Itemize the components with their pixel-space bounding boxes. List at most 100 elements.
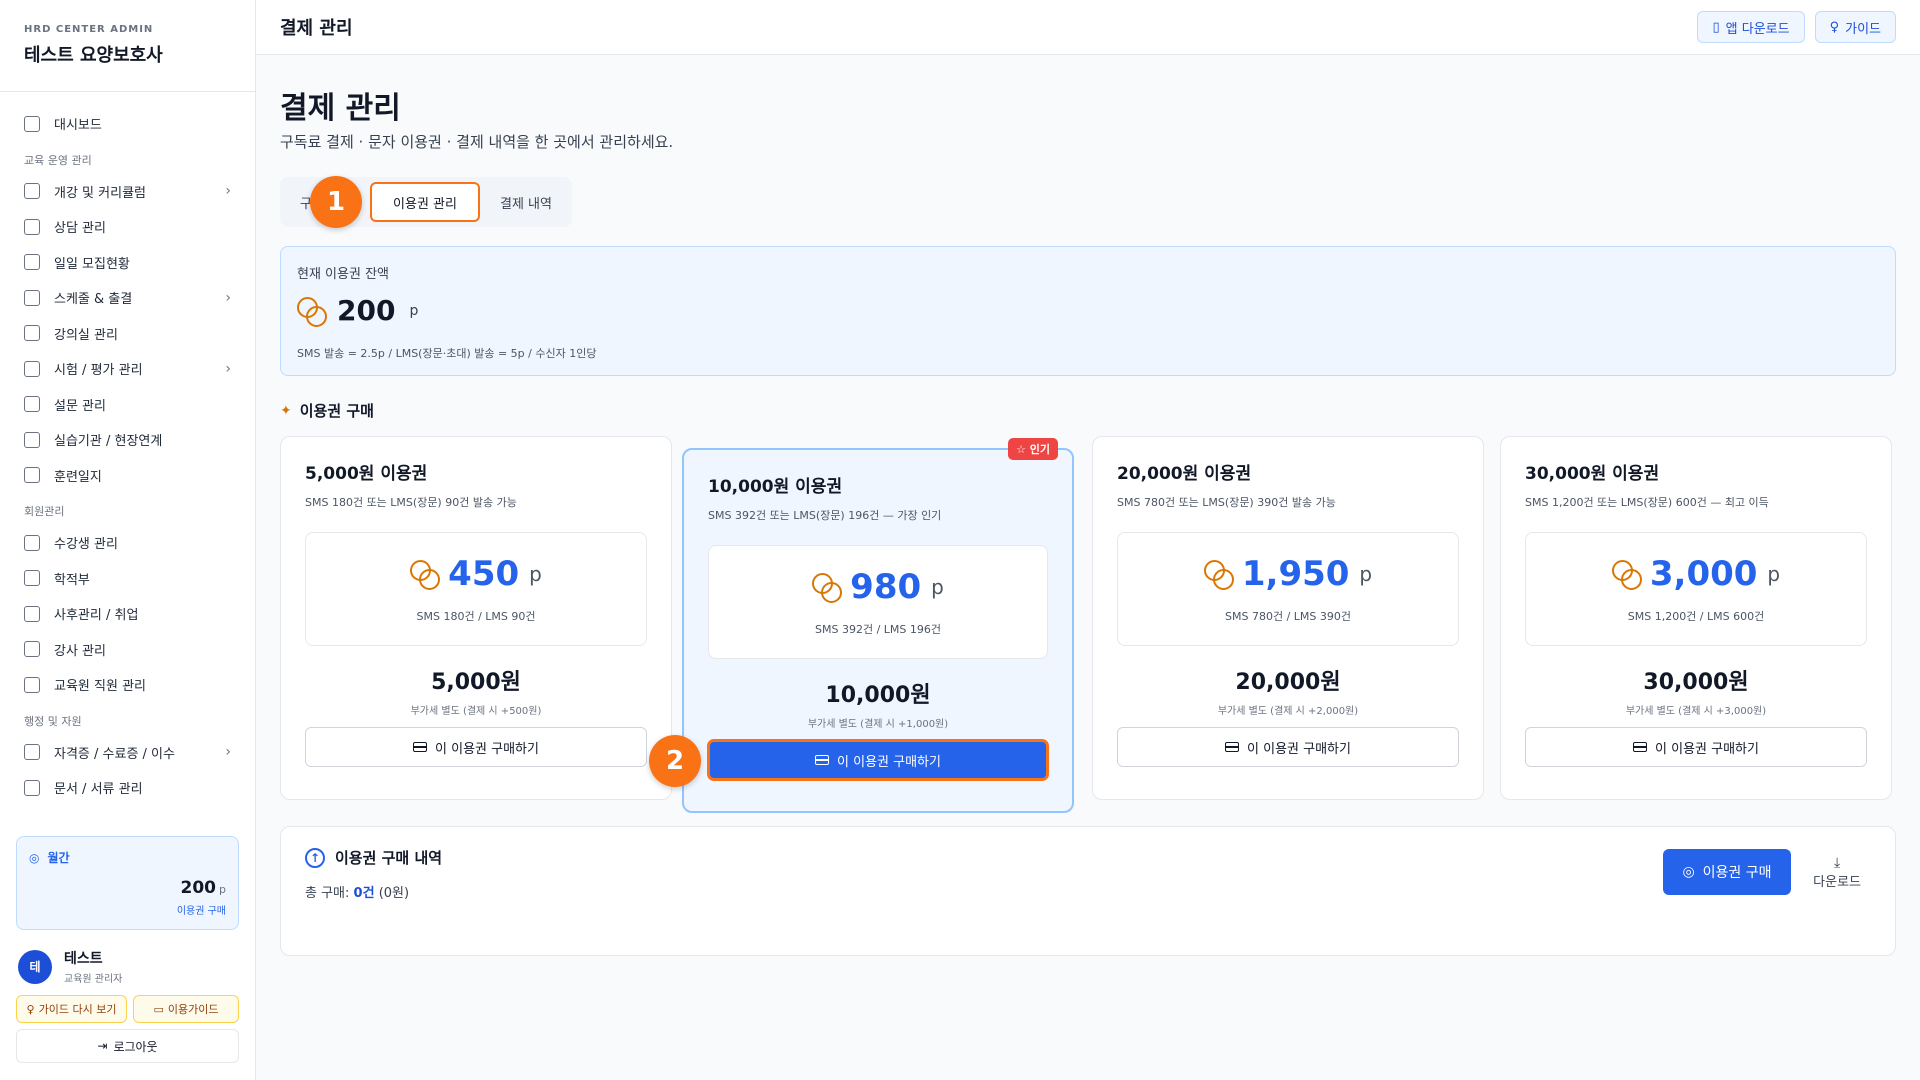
clipboard-icon (24, 254, 40, 271)
usage-guide-button[interactable]: ▭ 이용가이드 (133, 995, 239, 1023)
history-download-button[interactable]: ⤓ 다운로드 (1813, 855, 1861, 890)
popular-badge: ☆ 인기 (1008, 438, 1058, 460)
buy-voucher-button[interactable]: 이 이용권 구매하기 (1117, 727, 1459, 767)
voucher-points-detail: SMS 392건 / LMS 196건 (815, 623, 941, 636)
voucher-points-box: 3,000 p SMS 1,200건 / LMS 600건 (1525, 532, 1867, 646)
sidebar-item[interactable]: 개강 및 커리큘럼 › (12, 174, 243, 210)
sidebar-item[interactable]: 사후관리 / 취업 (12, 596, 243, 632)
arrow-up-circle-icon: ↑ (305, 847, 325, 868)
credit-buy-link[interactable]: 이용권 구매 (29, 902, 226, 917)
step-2-badge: 2 (649, 735, 701, 787)
voucher-points-unit: p (1767, 562, 1781, 586)
history-title: ↑ 이용권 구매 내역 (305, 847, 1871, 868)
calendar-icon (24, 289, 40, 306)
app-download-button[interactable]: ▯ 앱 다운로드 (1697, 11, 1805, 43)
voucher-points-unit: p (529, 562, 542, 586)
user-role: 교육원 관리자 (64, 974, 123, 985)
step-1-badge: 1 (310, 176, 362, 228)
voucher-vat-note: 부가세 별도 (결제 시 +2,000원) (1217, 706, 1359, 717)
sidebar-item[interactable]: 훈련일지 (12, 458, 243, 494)
credit-card-icon (413, 742, 428, 752)
history-buy-button[interactable]: ◎ 이용권 구매 (1663, 849, 1791, 895)
sidebar-item-label: 개강 및 커리큘럼 (54, 185, 146, 201)
voucher-points: 1,950 (1241, 554, 1350, 594)
sidebar-item-label: 대시보드 (54, 118, 102, 134)
sidebar-item-label: 실습기관 / 현장연계 (54, 434, 163, 450)
chevron-right-icon: › (225, 360, 231, 377)
voucher-card: 30,000원 이용권 SMS 1,200건 또는 LMS(장문) 600건 — … (1500, 436, 1892, 800)
sidebar-item[interactable]: 수강생 관리 (12, 525, 243, 561)
graduation-cap-icon (24, 570, 40, 587)
sidebar-item[interactable]: 시험 / 평가 관리 › (12, 351, 243, 387)
voucher-points-detail: SMS 1,200건 / LMS 600건 (1627, 610, 1765, 623)
sidebar-item[interactable]: 상담 관리 (12, 209, 243, 245)
guide-button[interactable]: ♀ 가이드 (1814, 11, 1896, 43)
building-icon (24, 325, 40, 342)
voucher-price: 5,000원 (431, 670, 521, 695)
sidebar-item[interactable]: 문서 / 서류 관리 (12, 770, 243, 806)
sidebar-item[interactable]: 강의실 관리 (12, 316, 243, 352)
credit-unit: p (219, 883, 226, 896)
balance-unit: p (409, 302, 419, 319)
sidebar-item[interactable]: 대시보드 (12, 106, 243, 142)
sidebar-item[interactable]: 자격증 / 수료증 / 이수 › (12, 735, 243, 771)
sidebar-item-label: 설문 관리 (54, 398, 106, 414)
sidebar-item[interactable]: 실습기관 / 현장연계 (12, 422, 243, 458)
tab-payment-history[interactable]: 결제 내역 (486, 182, 566, 222)
nav-group-label: 회원관리 (24, 505, 65, 518)
award-icon (24, 744, 40, 761)
sidebar-item-label: 자격증 / 수료증 / 이수 (54, 746, 175, 762)
sidebar-item[interactable]: 스케줄 & 출결 › (12, 280, 243, 316)
balance-note: SMS 발송 = 2.5p / LMS(장문·초대) 발송 = 5p / 수신자… (297, 347, 597, 360)
sidebar-item-label: 스케줄 & 출결 (54, 292, 133, 308)
sidebar-item[interactable]: 일일 모집현황 (12, 245, 243, 281)
sidebar-item-label: 문서 / 서류 관리 (54, 782, 143, 798)
folder-icon (24, 779, 40, 796)
file-text-icon (24, 467, 40, 484)
monthly-credit-card[interactable]: ◎ 월간 200 p 이용권 구매 (16, 836, 239, 930)
voucher-points-unit: p (1359, 562, 1373, 586)
voucher-price: 10,000원 (825, 683, 931, 708)
history-total: 총 구매: 0건 (0원) (305, 886, 410, 901)
book-icon: ▭ (153, 1002, 164, 1016)
voucher-points: 450 (448, 554, 520, 594)
brand: HRD CENTER ADMIN 테스트 요양보호사 (0, 0, 255, 92)
voucher-description: SMS 180건 또는 LMS(장문) 90건 발송 가능 (305, 496, 517, 509)
sidebar-item[interactable]: 교육원 직원 관리 (12, 667, 243, 703)
logout-button[interactable]: ⇥ 로그아웃 (16, 1029, 239, 1063)
sidebar-nav: 대시보드 교육 운영 관리 개강 및 커리큘럼 › 상담 관리 일일 모집현황 스케줄 & … (0, 106, 255, 818)
sidebar-item-label: 상담 관리 (54, 221, 106, 237)
sidebar-item[interactable]: 설문 관리 (12, 387, 243, 423)
clipboard-list-icon (24, 396, 40, 413)
coins-icon (410, 560, 441, 590)
sidebar-item-label: 수강생 관리 (54, 537, 118, 553)
sidebar-item[interactable]: 강사 관리 (12, 632, 243, 668)
voucher-vat-note: 부가세 별도 (결제 시 +1,000원) (807, 719, 949, 730)
briefcase-icon (24, 605, 40, 622)
voucher-points-detail: SMS 180건 / LMS 90건 (416, 610, 536, 623)
balance-label: 현재 이용권 잔액 (297, 267, 389, 282)
coins-icon: ◎ (1682, 864, 1695, 880)
voucher-points-box: 450 p SMS 180건 / LMS 90건 (305, 532, 647, 646)
purchase-history-panel: ↑ 이용권 구매 내역 총 구매: 0건 (0원) ◎ 이용권 구매 ⤓ 다운로… (280, 826, 1896, 956)
user-name: 테스트 (64, 951, 103, 967)
topbar: 결제 관리 ▯ 앱 다운로드 ♀ 가이드 (256, 0, 1920, 55)
balance-panel: 현재 이용권 잔액 200 p SMS 발송 = 2.5p / LMS(장문·초… (280, 246, 1896, 376)
balance-value: 200 (337, 294, 396, 327)
page-description: 구독료 결제 · 문자 이용권 · 결제 내역을 한 곳에서 관리하세요. (280, 133, 674, 151)
buy-voucher-button[interactable]: 이 이용권 구매하기 (1525, 727, 1867, 767)
buy-voucher-button[interactable]: 이 이용권 구매하기 (708, 740, 1048, 780)
voucher-card: 5,000원 이용권 SMS 180건 또는 LMS(장문) 90건 발송 가능 4… (280, 436, 672, 800)
coins-icon (1611, 560, 1642, 590)
voucher-vat-note: 부가세 별도 (결제 시 +500원) (410, 706, 542, 717)
voucher-points-unit: p (931, 575, 944, 599)
tab-voucher[interactable]: 이용권 관리 (370, 182, 480, 222)
buy-voucher-button[interactable]: 이 이용권 구매하기 (305, 727, 647, 767)
chevron-right-icon: › (225, 744, 231, 761)
sidebar-item[interactable]: 학적부 (12, 561, 243, 597)
lightbulb-icon: ♀ (26, 1002, 35, 1016)
sidebar: HRD CENTER ADMIN 테스트 요양보호사 대시보드 교육 운영 관리 개… (0, 0, 256, 1080)
page-title: 결제 관리 (280, 91, 401, 126)
credit-card-icon (815, 755, 830, 765)
guide-again-button[interactable]: ♀ 가이드 다시 보기 (16, 995, 127, 1023)
